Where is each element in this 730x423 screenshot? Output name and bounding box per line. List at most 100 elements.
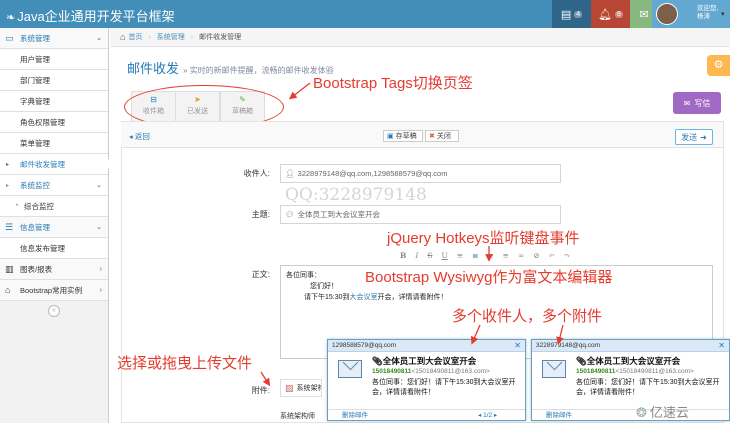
chevron-right-icon: › — [99, 286, 102, 294]
home-icon: ⌂ — [120, 32, 126, 42]
sidebar-item-label: Bootstrap常用实例 — [20, 285, 83, 295]
popup-body: 各位同事：您们好！请下午15:30到大会议室开会，详情请看附件！ — [576, 379, 720, 396]
editor-text: 开会，详情请看附件！ — [377, 294, 448, 301]
signature-text: 系统架构师 — [280, 413, 315, 420]
save-draft-button[interactable]: ▣ 存草稿 — [383, 130, 423, 142]
redo-icon[interactable]: ↷ — [564, 251, 570, 262]
page-title-text: 邮件收发 — [127, 61, 180, 76]
bell-icon: 🔔︎ — [598, 8, 613, 21]
align-center-icon[interactable]: ≣ — [472, 251, 478, 262]
italic-button[interactable]: I — [415, 251, 418, 262]
popup-title: 📎︎全体员工到大会议室开会 — [576, 355, 680, 367]
popup-footer: 删除邮件 — [532, 409, 729, 421]
annotation-multi: 多个收件人，多个附件 — [452, 308, 603, 325]
arrow-to-tabs — [288, 82, 311, 100]
mail-notification-popup: 3228979148@qq.com ✕ 📎︎全体员工到大会议室开会 150184… — [531, 339, 730, 421]
unlink-icon[interactable]: ⊘ — [533, 251, 539, 262]
compose-button[interactable]: ✉ 写信 — [673, 92, 721, 114]
editor-text: 请下午15:30到 — [304, 294, 350, 301]
annotation-hotkeys: jQuery Hotkeys监听键盘事件 — [387, 230, 580, 247]
chevron-down-icon: ⌄ — [96, 182, 102, 189]
tasks-nav-button[interactable]: ▤ 4 — [552, 0, 591, 28]
link-icon[interactable]: ∞ — [518, 251, 524, 262]
breadcrumb: ⌂ 首页 › 系统管理 › 邮件收发管理 — [110, 28, 730, 47]
send-button[interactable]: 发送 ➜ — [675, 129, 713, 145]
popup-footer: 删除邮件 ◂ 1/2 ▸ — [328, 409, 525, 421]
sidebar-collapse-button[interactable]: « — [48, 305, 60, 317]
sidebar-item-mail[interactable]: ▸ 邮件收发管理 — [0, 154, 109, 175]
sidebar-item-menus[interactable]: 菜单管理 — [0, 133, 108, 154]
sidebar-item-system[interactable]: ▭ 系统管理 ⌄ — [0, 28, 108, 49]
sidebar-item-charts[interactable]: ▥ 图表/报表 › — [0, 259, 108, 280]
breadcrumb-home[interactable]: 首页 — [128, 32, 142, 42]
picture-icon: ▨ — [285, 382, 294, 393]
close-icon[interactable]: ✕ — [514, 340, 521, 352]
annotation-upload: 选择或拖曳上传文件 — [117, 355, 253, 372]
subject-value: 全体员工到大会议室开会 — [297, 210, 381, 219]
desktop-icon: ▭ — [5, 32, 14, 43]
chevron-right-icon: › — [99, 265, 102, 273]
sidebar-item-label: 综合监控 — [24, 201, 54, 211]
strikethrough-button[interactable]: S — [427, 251, 432, 262]
sidebar-item-info[interactable]: ☰ 信息管理 ⌄ — [0, 217, 108, 238]
caret-right-icon: ▸ — [6, 161, 10, 168]
sidebar-item-users[interactable]: 用户管理 — [0, 49, 108, 70]
sidebar-item-label: 图表/报表 — [20, 264, 53, 274]
popup-title: 📎︎全体员工到大会议室开会 — [372, 355, 476, 367]
user-greeting: 欢迎您, 杨涛 — [697, 5, 718, 21]
dot-icon: • — [16, 203, 19, 209]
sidebar-item-info-publish[interactable]: 信息发布管理 — [0, 238, 108, 259]
save-icon: ▣ — [387, 133, 394, 140]
delete-mail-link[interactable]: 删除邮件 — [342, 410, 368, 422]
sender-name: 15018490811 — [372, 368, 412, 375]
close-button[interactable]: ✖ 关闭 — [425, 130, 459, 142]
undo-icon[interactable]: ↶ — [549, 251, 555, 262]
send-label: 发送 — [681, 132, 698, 142]
popup-pager[interactable]: ◂ 1/2 ▸ — [478, 410, 497, 422]
underline-button[interactable]: U — [441, 251, 447, 262]
subject-field[interactable]: 💬︎ 全体员工到大会议室开会 — [280, 205, 561, 224]
sidebar-item-label: 字典管理 — [20, 96, 50, 106]
settings-button[interactable]: ⚙ — [707, 55, 730, 76]
brand[interactable]: ❧ Java企业通用开发平台框架 — [6, 6, 175, 25]
sidebar-item-label: 用户管理 — [20, 54, 50, 64]
notifications-nav-button[interactable]: 🔔︎ 8 — [591, 0, 630, 28]
delete-mail-link[interactable]: 删除邮件 — [546, 410, 572, 422]
close-icon[interactable]: ✕ — [718, 340, 725, 352]
paperclip-icon: 📎︎ — [372, 356, 383, 366]
bar-chart-icon: ▥ — [5, 263, 14, 274]
popup-sender: 15018490811<15018490811@163.com> — [372, 368, 490, 375]
bold-button[interactable]: B — [400, 251, 406, 262]
recipients-field[interactable]: 👤︎ 3228979148@qq.com,1298588579@qq.com — [280, 164, 561, 183]
popup-header: 3228979148@qq.com — [532, 340, 729, 352]
back-button[interactable]: ◂ 返回 — [129, 131, 150, 142]
user-menu[interactable]: 欢迎您, 杨涛 ▾ — [652, 0, 730, 28]
align-right-icon[interactable]: ≡ — [487, 251, 493, 262]
greeting-line: 欢迎您, — [697, 5, 719, 12]
sidebar-item-overall-monitor[interactable]: • 综合监控 — [0, 196, 108, 217]
sidebar-item-label: 邮件收发管理 — [20, 159, 65, 169]
body-label: 正文: — [251, 270, 270, 279]
align-left-icon[interactable]: ≡ — [457, 251, 463, 262]
annotation-wysiwyg: Bootstrap Wysiwyg作为富文本编辑器 — [365, 269, 613, 286]
sidebar-item-dictionary[interactable]: 字典管理 — [0, 91, 108, 112]
attachment-dropzone[interactable]: ▨ 系统架构 — [280, 379, 322, 397]
pager-text: 1/2 — [483, 412, 493, 419]
sidebar-item-departments[interactable]: 部门管理 — [0, 70, 108, 91]
mail-notification-popup: 1298588579@qq.com ✕ 📎︎全体员工到大会议室开会 150184… — [327, 339, 526, 421]
recipients-value: 3228979148@qq.com,1298588579@qq.com — [297, 169, 448, 178]
popup-body: 各位同事：您们好！请下午15:30到大会议室开会，详情请看附件！ — [372, 379, 516, 396]
sidebar: ▭ 系统管理 ⌄ 用户管理 部门管理 字典管理 角色权限管理 菜单管理 ▸ 邮件收发管… — [0, 28, 109, 423]
save-draft-label: 存草稿 — [395, 133, 417, 140]
caret-right-icon: ▸ — [6, 182, 10, 189]
sidebar-item-roles[interactable]: 角色权限管理 — [0, 112, 108, 133]
sender-email: <15018490811@163.com> — [615, 368, 694, 375]
gear-icon: ⚙ — [713, 59, 724, 71]
paperclip-icon: 📎︎ — [576, 356, 587, 366]
justify-icon[interactable]: ≡ — [503, 251, 509, 262]
sidebar-item-monitor[interactable]: ▸ 系统监控 ⌄ — [0, 175, 108, 196]
breadcrumb-system[interactable]: 系统管理 — [157, 32, 185, 42]
editor-highlight: 大会议室 — [349, 294, 378, 301]
user-name: 杨涛 — [697, 13, 710, 20]
sidebar-item-bootstrap[interactable]: ⌂ Bootstrap常用实例 › — [0, 280, 108, 301]
